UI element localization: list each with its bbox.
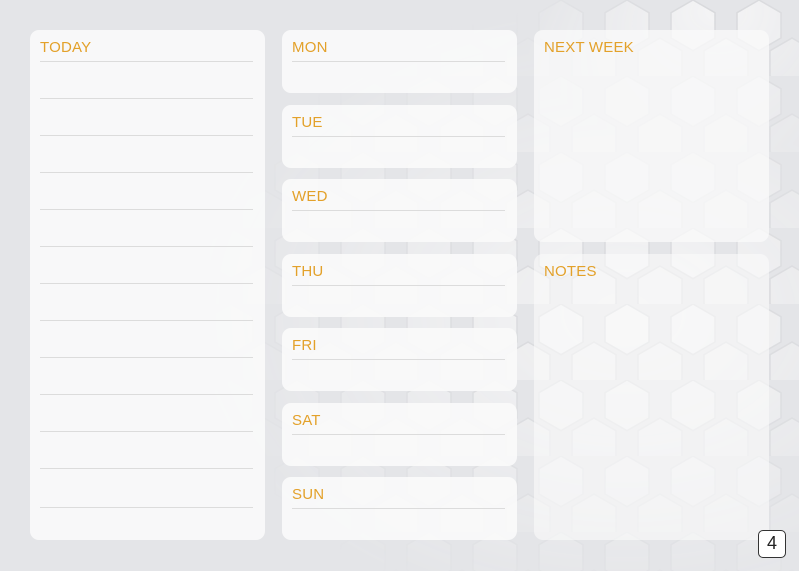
next-week-panel: NEXT WEEK (534, 30, 769, 242)
notes-panel: NOTES (534, 254, 769, 540)
writing-line (40, 172, 253, 173)
day-box-sunday: SUN (282, 477, 517, 540)
writing-line (292, 136, 505, 137)
day-box-saturday: SAT (282, 403, 517, 466)
writing-line (292, 508, 505, 509)
writing-line (40, 135, 253, 136)
writing-line (292, 434, 505, 435)
day-title: THU (292, 263, 324, 280)
today-title: TODAY (40, 39, 92, 56)
writing-line (40, 507, 253, 508)
today-panel: TODAY (30, 30, 265, 540)
day-box-friday: FRI (282, 328, 517, 391)
day-title: TUE (292, 114, 323, 131)
writing-line (40, 394, 253, 395)
day-title: SUN (292, 486, 325, 503)
next-week-title: NEXT WEEK (544, 39, 634, 56)
writing-line (40, 468, 253, 469)
day-box-thursday: THU (282, 254, 517, 317)
day-box-tuesday: TUE (282, 105, 517, 168)
writing-line (40, 61, 253, 62)
writing-line (40, 283, 253, 284)
day-title: FRI (292, 337, 317, 354)
writing-line (40, 320, 253, 321)
writing-line (292, 210, 505, 211)
writing-line (40, 357, 253, 358)
notes-title: NOTES (544, 263, 597, 280)
day-box-monday: MON (282, 30, 517, 93)
writing-line (40, 98, 253, 99)
writing-line (40, 431, 253, 432)
writing-line (292, 61, 505, 62)
page-number-badge: 4 (758, 530, 786, 558)
day-title: MON (292, 39, 328, 56)
day-title: WED (292, 188, 328, 205)
day-title: SAT (292, 412, 321, 429)
writing-line (40, 209, 253, 210)
writing-line (292, 359, 505, 360)
day-box-wednesday: WED (282, 179, 517, 242)
writing-line (40, 246, 253, 247)
writing-line (292, 285, 505, 286)
